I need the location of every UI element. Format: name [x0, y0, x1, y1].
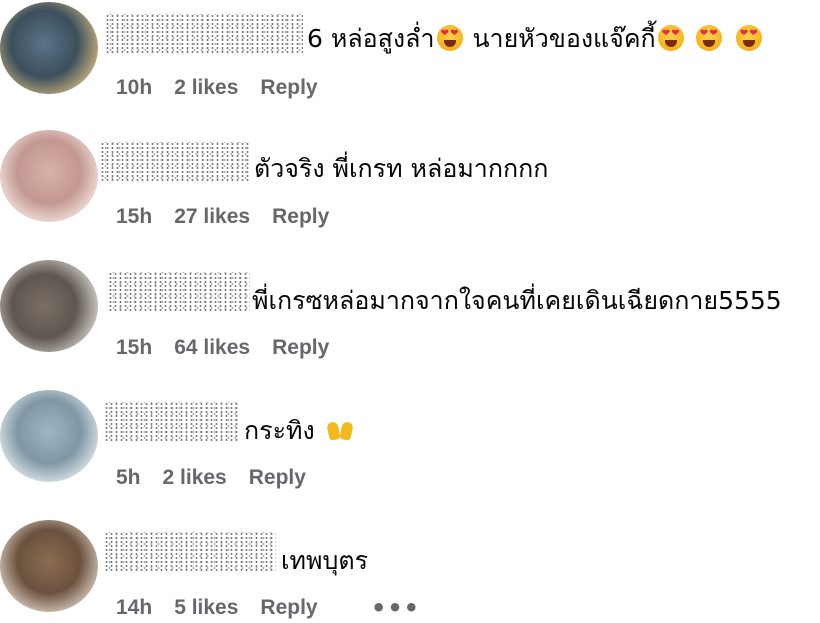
author-name-redacted[interactable]	[105, 14, 303, 54]
comment-timestamp[interactable]: 10h	[116, 76, 152, 100]
heart-eyes-icon	[436, 25, 463, 51]
avatar[interactable]	[0, 2, 98, 94]
reply-button[interactable]: Reply	[272, 205, 329, 229]
comment-body-tail: นายหัวของแจ๊คกี้	[464, 24, 656, 53]
likes-count[interactable]: 27 likes	[174, 205, 250, 229]
comment-body: พี่เกรซหล่อมากจากใจคนที่เคยเดินเฉียดกาย5…	[252, 286, 782, 315]
likes-count[interactable]: 2 likes	[174, 76, 238, 100]
author-name-redacted[interactable]	[104, 402, 240, 442]
author-name-redacted[interactable]	[108, 272, 250, 312]
comment-meta: 10h 2 likes Reply	[116, 76, 318, 100]
likes-count[interactable]: 64 likes	[174, 336, 250, 360]
comment-timestamp[interactable]: 5h	[116, 466, 141, 490]
comment-body: กระทิง	[244, 416, 315, 445]
reply-button[interactable]: Reply	[260, 76, 317, 100]
comment-meta: 14h 5 likes Reply	[116, 596, 318, 620]
comment-timestamp[interactable]: 14h	[116, 596, 152, 620]
comment-body: ตัวจริง พี่เกรท หล่อมากกกก	[254, 154, 549, 183]
comment-text: กระทิง	[244, 416, 357, 446]
comment-meta: 5h 2 likes Reply	[116, 466, 306, 490]
heart-eyes-icon	[695, 25, 722, 51]
heart-eyes-icon	[735, 25, 762, 51]
comment-meta: 15h 27 likes Reply	[116, 205, 329, 229]
reply-button[interactable]: Reply	[272, 336, 329, 360]
author-name-redacted[interactable]	[104, 532, 276, 572]
reply-button[interactable]: Reply	[249, 466, 306, 490]
author-name-redacted[interactable]	[100, 142, 250, 182]
likes-count[interactable]: 2 likes	[163, 466, 227, 490]
comment-timestamp[interactable]: 15h	[116, 205, 152, 229]
comment-text: เทพบุตร	[281, 546, 368, 576]
avatar[interactable]	[0, 260, 98, 352]
more-options-icon[interactable]: •••	[371, 594, 420, 622]
comment-timestamp[interactable]: 15h	[116, 336, 152, 360]
reply-button[interactable]: Reply	[260, 596, 317, 620]
comment-meta: 15h 64 likes Reply	[116, 336, 329, 360]
comment-list: 6 หล่อสูงล่ำ นายหัวของแจ๊คกี้ 10h 2 like…	[0, 0, 820, 623]
comment-body: 6 หล่อสูงล่ำ	[307, 24, 435, 53]
comment-text: พี่เกรซหล่อมากจากใจคนที่เคยเดินเฉียดกาย5…	[252, 286, 782, 316]
likes-count[interactable]: 5 likes	[174, 596, 238, 620]
comment-body: เทพบุตร	[281, 546, 369, 575]
avatar[interactable]	[0, 390, 98, 482]
comment-text: ตัวจริง พี่เกรท หล่อมากกกก	[254, 154, 548, 184]
avatar[interactable]	[0, 130, 98, 222]
heart-eyes-icon	[657, 25, 684, 51]
avatar[interactable]	[0, 520, 98, 612]
raising-hands-icon	[325, 417, 355, 443]
comment-text: 6 หล่อสูงล่ำ นายหัวของแจ๊คกี้	[307, 24, 764, 54]
